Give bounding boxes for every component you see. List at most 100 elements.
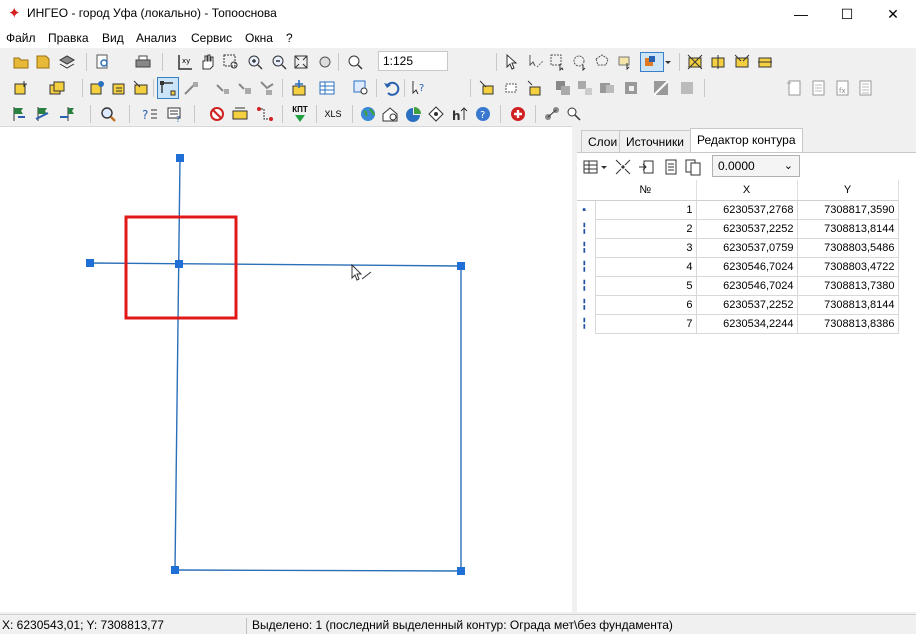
import-icon[interactable] [478, 79, 496, 97]
xls-export-button[interactable]: XLS [322, 105, 344, 123]
cell-x[interactable]: 6230537,2252 [695, 218, 798, 239]
union-icon[interactable] [598, 79, 616, 97]
fill-icon[interactable] [678, 79, 696, 97]
spatial-search-icon[interactable] [565, 105, 583, 123]
forbidden-icon[interactable] [208, 105, 226, 123]
column-header-number[interactable]: № [595, 180, 697, 201]
cell-y[interactable]: 7308813,8386 [796, 313, 899, 334]
menu-service[interactable]: Сервис [191, 31, 232, 45]
menu-windows[interactable]: Окна [245, 31, 273, 45]
tab-layers[interactable]: Слои [581, 130, 625, 152]
open-folder-icon[interactable] [12, 53, 30, 71]
table-row[interactable]: ╏ 2 6230537,2252 7308813,8144 [577, 218, 899, 239]
flag-end-icon[interactable] [58, 105, 76, 123]
insert-row-icon[interactable] [638, 158, 656, 176]
flag-start-icon[interactable] [10, 105, 28, 123]
save-icon[interactable] [34, 53, 52, 71]
zoom-extents-icon[interactable] [292, 53, 310, 71]
ungroup-icon[interactable] [576, 79, 594, 97]
doc-copy-icon[interactable] [809, 79, 827, 97]
cell-number[interactable]: 1 [594, 199, 697, 220]
search-object-icon[interactable] [352, 79, 370, 97]
table-row[interactable]: ╏ 3 6230537,0759 7308803,5486 [577, 237, 899, 258]
select-circle-icon[interactable] [571, 53, 589, 71]
rotate-node-icon[interactable] [214, 79, 232, 97]
chevron-down-icon[interactable] [600, 158, 608, 176]
scale-input[interactable]: 1:125 [378, 51, 448, 71]
contour-lines[interactable] [89, 157, 462, 572]
cell-y[interactable]: 7308817,3590 [796, 199, 899, 220]
globe-icon[interactable] [359, 105, 377, 123]
doc-attributes-icon[interactable] [785, 79, 803, 97]
contour-segment-vertical[interactable] [174, 157, 181, 571]
add-point-icon[interactable] [88, 79, 106, 97]
label-edit-icon[interactable] [231, 105, 249, 123]
edge-snap-icon[interactable] [709, 53, 727, 71]
table-row[interactable]: ▪ 1 6230537,2768 7308817,3590 [577, 199, 899, 220]
cell-x[interactable]: 6230537,2768 [695, 199, 798, 220]
context-help-icon[interactable]: ? [410, 79, 428, 97]
cell-number[interactable]: 2 [594, 218, 697, 239]
subtract-icon[interactable] [622, 79, 640, 97]
table-row[interactable]: ╏ 5 6230546,7024 7308813,7380 [577, 275, 899, 296]
vertex-handle[interactable] [86, 259, 94, 267]
cell-number[interactable]: 6 [594, 294, 697, 315]
export-icon[interactable] [502, 79, 520, 97]
tab-contour-editor[interactable]: Редактор контура [690, 128, 803, 152]
style-picker-icon[interactable] [640, 52, 664, 72]
cell-y[interactable]: 7308803,4722 [796, 256, 899, 277]
table-row[interactable]: ╏ 4 6230546,7024 7308803,4722 [577, 256, 899, 277]
cell-number[interactable]: 4 [594, 256, 697, 277]
select-rect-icon[interactable] [549, 53, 567, 71]
vertex-handle[interactable] [457, 567, 465, 575]
insert-object-icon[interactable] [290, 79, 308, 97]
home-icon[interactable] [381, 105, 399, 123]
menu-analysis[interactable]: Анализ [136, 31, 177, 45]
new-object-icon[interactable] [12, 79, 30, 97]
chevron-down-icon[interactable] [663, 53, 673, 71]
contour-segment-top[interactable] [89, 262, 462, 267]
move-node-icon[interactable] [182, 79, 200, 97]
flag-route-icon[interactable] [34, 105, 52, 123]
map-drawing[interactable] [0, 127, 572, 613]
table-view-icon[interactable] [318, 79, 336, 97]
layers-icon[interactable] [58, 53, 76, 71]
intersection-snap-icon[interactable] [756, 53, 774, 71]
cell-number[interactable]: 7 [594, 313, 697, 334]
undo-icon[interactable] [382, 79, 400, 97]
select-polygon-icon[interactable] [594, 53, 612, 71]
vertex-handle[interactable] [457, 262, 465, 270]
search-icon[interactable] [99, 105, 117, 123]
route-icon[interactable] [256, 105, 274, 123]
menu-edit[interactable]: Правка [48, 31, 89, 45]
column-header-x[interactable]: X [696, 180, 798, 201]
contour-segment-bottom[interactable] [174, 569, 462, 572]
grid-table-icon[interactable] [582, 158, 600, 176]
diamond-icon[interactable] [427, 105, 445, 123]
print-preview-icon[interactable] [94, 53, 112, 71]
select-polyline-icon[interactable] [527, 53, 545, 71]
printer-icon[interactable] [134, 53, 152, 71]
tab-sources[interactable]: Источники [619, 130, 691, 152]
vertex-handle[interactable] [175, 260, 183, 268]
zoom-window-icon[interactable] [222, 53, 240, 71]
zoom-in-icon[interactable] [246, 53, 264, 71]
cell-number[interactable]: 3 [594, 237, 697, 258]
doc-formula-icon[interactable]: fx [833, 79, 851, 97]
split-object-icon[interactable] [132, 79, 150, 97]
table-row[interactable]: ╏ 7 6230534,2244 7308813,8386 [577, 313, 899, 334]
menu-file[interactable]: Файл [6, 31, 36, 45]
cell-x[interactable]: 6230534,2244 [695, 313, 798, 334]
add-red-cross-icon[interactable] [509, 105, 527, 123]
menu-help[interactable]: ? [286, 31, 293, 45]
network-icon[interactable] [543, 105, 561, 123]
shrink-nodes-icon[interactable] [614, 158, 632, 176]
cell-y[interactable]: 7308813,8144 [796, 294, 899, 315]
cell-number[interactable]: 5 [594, 275, 697, 296]
node-snap-icon[interactable] [686, 53, 704, 71]
column-header-y[interactable]: Y [797, 180, 899, 201]
edit-attributes-icon[interactable] [110, 79, 128, 97]
zoom-previous-icon[interactable] [316, 53, 334, 71]
cell-x[interactable]: 6230546,7024 [695, 256, 798, 277]
delete-node-icon[interactable] [236, 79, 254, 97]
